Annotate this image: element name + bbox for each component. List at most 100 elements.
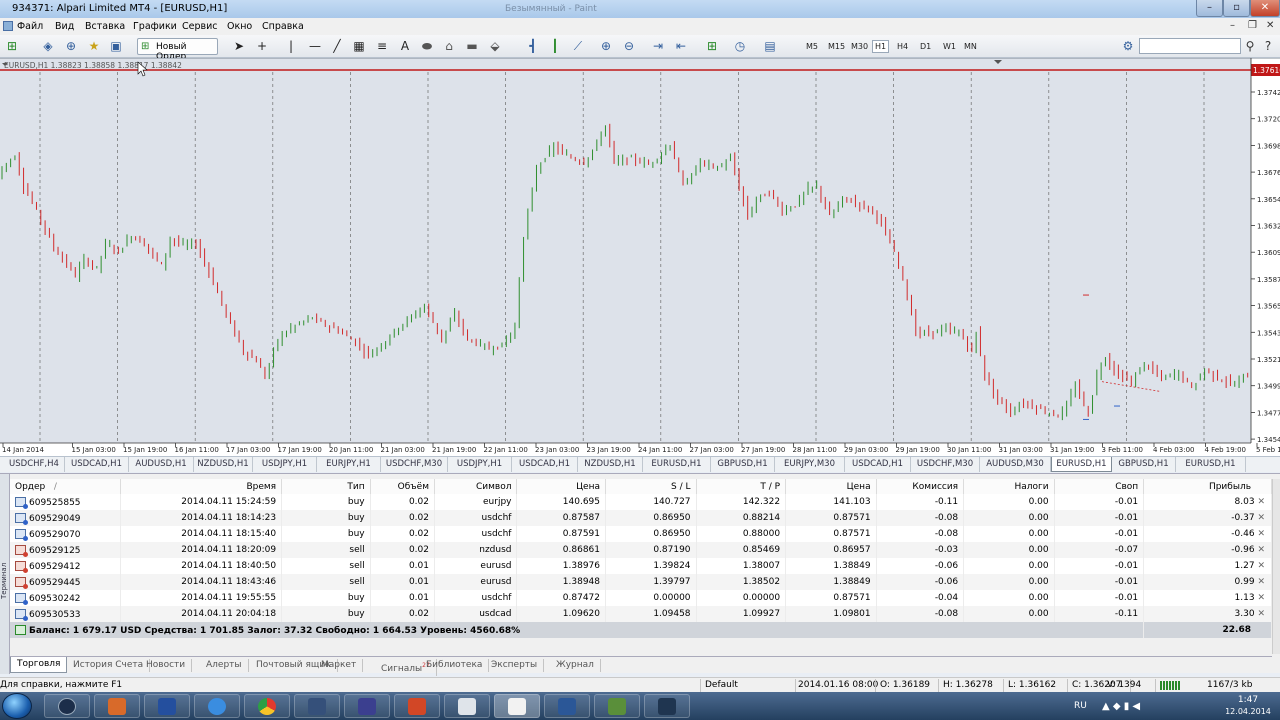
menu-help[interactable]: Справка: [262, 21, 304, 32]
col-commission[interactable]: Комиссия: [876, 479, 965, 494]
chart-tab[interactable]: USDJPY,H1: [448, 457, 512, 472]
crosshair-icon[interactable]: +: [254, 39, 270, 54]
tf-w1[interactable]: W1: [943, 42, 956, 51]
col-open-price[interactable]: Цена: [516, 479, 606, 494]
tray-icons[interactable]: ▲ ◆ ▮ ◀: [1102, 701, 1140, 712]
tf-h4[interactable]: H4: [897, 42, 908, 51]
candlesticks-icon[interactable]: ┃: [547, 39, 563, 54]
tf-mn[interactable]: MN: [964, 42, 977, 51]
col-taxes[interactable]: Налоги: [963, 479, 1055, 494]
order-row[interactable]: 609530533 2014.04.11 20:04:18 buy 0.02 usdca…: [10, 606, 1272, 622]
crosshair-market-icon[interactable]: ⊕: [63, 39, 79, 54]
close-order-icon[interactable]: ✕: [1255, 577, 1265, 587]
text-icon[interactable]: A: [397, 39, 413, 54]
task-app-alpari[interactable]: [494, 694, 540, 718]
terminal-tab[interactable]: Маркет: [315, 659, 364, 672]
chart-tab[interactable]: NZDUSD,H1: [194, 457, 253, 472]
task-app-1[interactable]: [44, 694, 90, 718]
terminal-icon[interactable]: ▣: [108, 39, 124, 54]
chart-tab[interactable]: EURJPY,M30: [775, 457, 845, 472]
chart-window[interactable]: 1.37425 1.37205 1.36985 1.36760 1.36540 1.363…: [0, 58, 1280, 456]
chart-tab[interactable]: USDCAD,H1: [845, 457, 911, 472]
bar-chart-icon[interactable]: ┫: [525, 39, 541, 54]
task-app-6[interactable]: [294, 694, 340, 718]
order-row[interactable]: 609530242 2014.04.11 19:55:55 buy 0.01 usdch…: [10, 590, 1272, 606]
periods-icon[interactable]: ◷: [732, 39, 748, 54]
help-icon[interactable]: ?: [1260, 39, 1276, 54]
tf-d1[interactable]: D1: [920, 42, 931, 51]
search-input[interactable]: [1139, 38, 1241, 54]
terminal-scrollbar[interactable]: [1272, 479, 1280, 654]
task-app-8[interactable]: [394, 694, 440, 718]
task-app-13[interactable]: [644, 694, 690, 718]
order-row[interactable]: 609529049 2014.04.11 18:14:23 buy 0.02 usdch…: [10, 510, 1272, 526]
chart-tab[interactable]: EURJPY,H1: [317, 457, 381, 472]
mdi-close-icon[interactable]: ✕: [1266, 20, 1274, 31]
tf-m5[interactable]: M5: [806, 42, 818, 51]
navigator-icon[interactable]: ★: [86, 39, 102, 54]
close-order-icon[interactable]: ✕: [1255, 497, 1265, 507]
mdi-restore-icon[interactable]: ❐: [1248, 20, 1257, 31]
indicators-icon[interactable]: ⊞: [704, 39, 720, 54]
mdi-chart-icon[interactable]: [3, 21, 13, 31]
chart-tab[interactable]: GBPUSD,H1: [1112, 457, 1176, 472]
task-app-word[interactable]: [544, 694, 590, 718]
chart-tab[interactable]: AUDUSD,H1: [129, 457, 194, 472]
close-order-icon[interactable]: ✕: [1255, 529, 1265, 539]
chart-tab[interactable]: EURUSD,H1: [1051, 457, 1112, 472]
col-swap[interactable]: Своп: [1054, 479, 1145, 494]
start-button[interactable]: [2, 693, 32, 719]
equidistant-channel-icon[interactable]: ▦: [351, 39, 367, 54]
new-order-button[interactable]: ⊞ Новый Ордер: [137, 38, 218, 62]
rectangle-icon[interactable]: ▬: [464, 39, 480, 54]
label-icon[interactable]: ⌂: [441, 39, 457, 54]
horizontal-line-icon[interactable]: —: [307, 39, 323, 54]
shapes-dropdown-icon[interactable]: ⬙: [487, 39, 503, 54]
profiles-icon[interactable]: ◈: [40, 39, 56, 54]
terminal-tab[interactable]: Алерты: [200, 659, 249, 672]
search-icon[interactable]: ⚲: [1242, 39, 1258, 54]
chart-tab[interactable]: NZDUSD,H1: [578, 457, 643, 472]
maximize-button[interactable]: ▫: [1223, 0, 1250, 17]
zoom-in-icon[interactable]: ⊕: [598, 39, 614, 54]
chart-tab[interactable]: USDCHF,M30: [381, 457, 448, 472]
close-order-icon[interactable]: ✕: [1255, 545, 1265, 555]
close-order-icon[interactable]: ✕: [1255, 513, 1265, 523]
task-app-4[interactable]: [194, 694, 240, 718]
menu-insert[interactable]: Вставка: [85, 21, 125, 32]
order-row[interactable]: 609529412 2014.04.11 18:40:50 sell 0.01 euru…: [10, 558, 1272, 574]
menu-file[interactable]: Файл: [17, 21, 43, 32]
terminal-tab[interactable]: Торговля: [10, 657, 68, 673]
col-order[interactable]: Ордер /: [10, 479, 122, 494]
minimize-button[interactable]: –: [1196, 0, 1223, 17]
menu-charts[interactable]: Графики: [133, 21, 177, 32]
col-symbol[interactable]: Символ: [434, 479, 518, 494]
terminal-tab[interactable]: История Счета: [67, 659, 151, 672]
col-price[interactable]: Цена: [785, 479, 877, 494]
fibonacci-icon[interactable]: ≡: [374, 39, 390, 54]
close-order-icon[interactable]: ✕: [1255, 561, 1265, 571]
col-type[interactable]: Тип: [281, 479, 371, 494]
terminal-tab[interactable]: Эксперты: [485, 659, 545, 672]
chart-tab[interactable]: EURUSD,H1: [643, 457, 711, 472]
chart-tab[interactable]: USDCAD,H1: [512, 457, 578, 472]
clock-time[interactable]: 1:47: [1228, 695, 1268, 705]
task-app-12[interactable]: [594, 694, 640, 718]
chart-tab[interactable]: USDCAD,H1: [65, 457, 129, 472]
options-gear-icon[interactable]: ⚙: [1120, 39, 1136, 54]
menu-view[interactable]: Вид: [55, 21, 74, 32]
chart-tab[interactable]: AUDUSD,M30: [980, 457, 1051, 472]
templates-icon[interactable]: ▤: [762, 39, 778, 54]
ellipse-icon[interactable]: ⬬: [419, 39, 435, 54]
task-app-2[interactable]: [94, 694, 140, 718]
menu-window[interactable]: Окно: [227, 21, 252, 32]
order-row[interactable]: 609529070 2014.04.11 18:15:40 buy 0.02 usdch…: [10, 526, 1272, 542]
chart-tab[interactable]: USDJPY,H1: [253, 457, 317, 472]
chart-tab[interactable]: GBPUSD,H1: [711, 457, 775, 472]
task-app-9[interactable]: [444, 694, 490, 718]
task-app-7[interactable]: [344, 694, 390, 718]
tf-m30[interactable]: M30: [851, 42, 868, 51]
terminal-tab[interactable]: Новости: [140, 659, 193, 672]
menu-tools[interactable]: Сервис: [182, 21, 218, 32]
col-profit[interactable]: Прибыль: [1143, 479, 1272, 494]
